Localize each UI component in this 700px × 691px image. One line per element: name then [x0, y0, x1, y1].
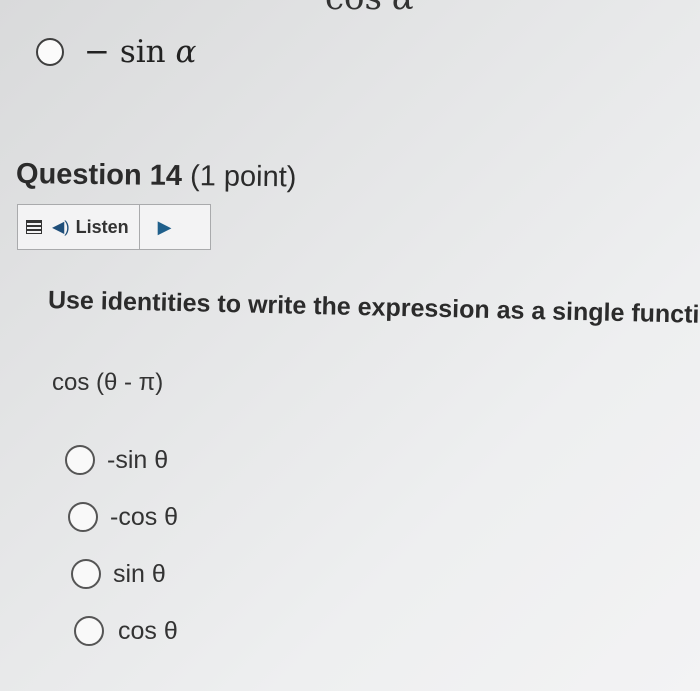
radio-button[interactable] [68, 502, 98, 532]
previous-option-label: − sin α [84, 34, 196, 70]
play-icon[interactable]: ▶ [158, 217, 172, 238]
question-prompt: Use identities to write the expression a… [47, 286, 700, 331]
answer-option-label[interactable]: sin θ [113, 560, 166, 589]
toolbar-divider [138, 204, 140, 250]
radio-button[interactable] [71, 559, 101, 589]
answer-option-2[interactable]: -cos θ [68, 502, 178, 532]
question-number: Question 14 [15, 158, 183, 193]
answer-option-3[interactable]: sin θ [71, 559, 166, 589]
answer-option-label[interactable]: -sin θ [107, 446, 168, 475]
listen-toolbar: ◀) Listen ▶ [17, 204, 211, 250]
prev-top-var: α [392, 0, 415, 18]
prev-option-var: α [175, 34, 197, 70]
question-points: (1 point) [189, 160, 297, 194]
prev-option-func: − sin [84, 34, 166, 70]
answer-option-4[interactable]: cos θ [74, 616, 178, 646]
question-title: Question 14 (1 point) [16, 158, 297, 194]
speaker-icon[interactable]: ◀) [52, 217, 70, 237]
previous-option-label-cut: cosα [325, 0, 415, 18]
answer-option-1[interactable]: -sin θ [65, 445, 168, 475]
prev-top-func: cos [325, 0, 382, 18]
previous-question-option[interactable]: − sin α [36, 34, 196, 70]
menu-icon[interactable] [26, 220, 42, 234]
listen-button[interactable]: Listen [76, 217, 129, 238]
answer-option-label[interactable]: -cos θ [110, 503, 178, 532]
answer-option-label[interactable]: cos θ [118, 617, 178, 646]
question-expression: cos (θ - π) [52, 369, 164, 396]
radio-button[interactable] [74, 616, 104, 646]
radio-button[interactable] [36, 38, 64, 66]
radio-button[interactable] [65, 445, 95, 475]
